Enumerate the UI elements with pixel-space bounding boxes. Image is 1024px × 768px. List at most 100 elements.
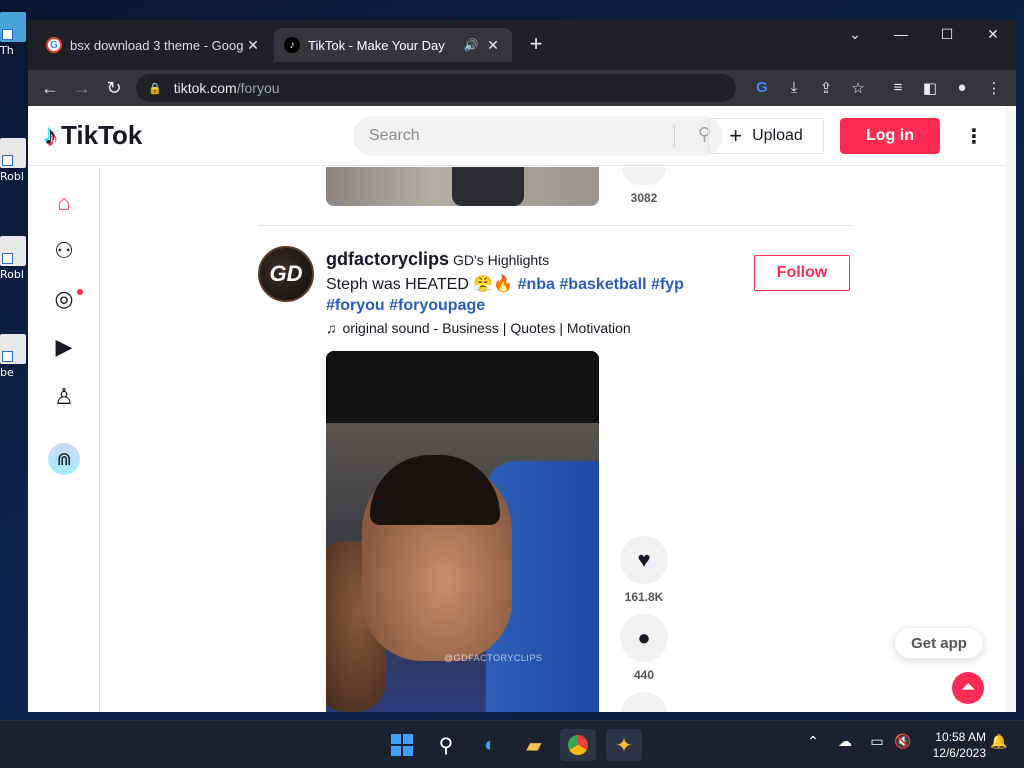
tab-title: TikTok - Make Your Day: [308, 37, 445, 53]
toolbar: ← → ↻ 🔒 tiktok.com/foryou G ⤓ ⇪ ☆ ≡ ◧ ● …: [28, 70, 1016, 106]
shortcut-icon: [0, 334, 26, 364]
get-app-button[interactable]: Get app: [894, 627, 984, 659]
previous-video-thumbnail[interactable]: [326, 167, 599, 206]
like-button[interactable]: ♥: [620, 536, 668, 584]
show-hidden-icons-chevron-icon[interactable]: ⌃: [802, 733, 824, 750]
google-favicon-icon: G: [46, 37, 62, 53]
tab-tiktok[interactable]: ♪ TikTok - Make Your Day 🔊 ✕: [274, 28, 512, 62]
close-window-button[interactable]: ✕: [978, 26, 1008, 43]
close-tab-icon[interactable]: ✕: [484, 37, 502, 54]
live-video-icon[interactable]: ▶: [50, 333, 78, 361]
previous-like-count: 3082: [630, 191, 658, 205]
notification-bell-icon[interactable]: 🔔: [988, 733, 1010, 750]
heart-icon: ♥: [637, 547, 651, 572]
search-placeholder: Search: [369, 127, 420, 144]
tiktok-favicon-icon: ♪: [284, 37, 300, 53]
music-note-icon: ♫: [326, 320, 337, 336]
hashtag-link[interactable]: #foryou: [326, 297, 385, 314]
previous-share-button[interactable]: [622, 167, 666, 185]
chrome-menu-icon[interactable]: ⋮: [984, 79, 1004, 97]
media-control-icon[interactable]: ≡: [888, 79, 908, 96]
edge-beta-icon[interactable]: ◐: [472, 729, 508, 761]
hashtag-link[interactable]: #foryoupage: [389, 297, 485, 314]
search-divider: [674, 126, 675, 146]
tab-search-chevron-icon[interactable]: ⌄: [840, 26, 870, 43]
network-icon[interactable]: ▭: [866, 733, 888, 750]
tiktok-logo[interactable]: ♪ TikTok: [44, 120, 142, 151]
roblox-app-icon[interactable]: ✦: [606, 729, 642, 761]
back-arrow-icon[interactable]: ←: [34, 78, 66, 99]
share-icon[interactable]: ⇪: [816, 79, 836, 97]
onedrive-cloud-icon[interactable]: ☁: [834, 733, 856, 750]
profile-icon[interactable]: ●: [952, 79, 972, 96]
reload-icon[interactable]: ↻: [98, 78, 130, 99]
post-author[interactable]: gdfactoryclips GD's Highlights: [326, 249, 549, 270]
comment-bubble-icon: ●: [637, 625, 651, 650]
video-player[interactable]: @GDFACTORYCLIPS: [326, 351, 599, 712]
side-panel-icon[interactable]: ◧: [920, 79, 940, 97]
google-lens-icon[interactable]: G: [752, 79, 772, 96]
new-tab-button[interactable]: +: [526, 32, 546, 56]
home-icon[interactable]: ⌂: [50, 189, 78, 217]
hashtag-link[interactable]: #basketball: [559, 276, 646, 293]
comment-count: 440: [633, 668, 655, 682]
desktop-icon-be[interactable]: be: [0, 334, 30, 379]
tab-strip: G bsx download 3 theme - Google ✕ ♪ TikT…: [28, 20, 1016, 70]
search-input[interactable]: Search ⚲: [353, 116, 723, 156]
comment-button[interactable]: ●: [620, 614, 668, 662]
install-app-icon[interactable]: ⤓: [784, 79, 804, 96]
search-icon[interactable]: ⚲: [428, 729, 464, 761]
chrome-taskbar-icon[interactable]: [560, 729, 596, 761]
tab-google-search[interactable]: G bsx download 3 theme - Google ✕: [36, 28, 272, 62]
tiktok-note-icon: ♪: [44, 120, 57, 150]
hashtag-link[interactable]: #fyp: [651, 276, 684, 293]
url-host: tiktok.com: [173, 80, 237, 96]
chrome-window: G bsx download 3 theme - Google ✕ ♪ TikT…: [28, 20, 1016, 712]
shortcut-icon: [0, 138, 26, 168]
post-caption: Steph was HEATED 😤🔥 #nba #basketball #fy…: [326, 276, 684, 314]
avatar[interactable]: GD: [258, 246, 314, 302]
hashtag-link[interactable]: #nba: [518, 276, 555, 293]
scroll-to-top-icon[interactable]: ⏶: [952, 672, 984, 704]
post-divider: [258, 225, 852, 226]
live-creator-avatar-icon[interactable]: ⋒: [48, 443, 80, 475]
tab-title: bsx download 3 theme - Google: [70, 37, 244, 53]
notification-dot: [77, 289, 83, 295]
follow-button[interactable]: Follow: [754, 255, 850, 291]
page-scrollbar[interactable]: [1006, 106, 1016, 712]
maximize-button[interactable]: ☐: [932, 26, 962, 43]
more-menu-icon[interactable]: ⋮: [964, 124, 984, 149]
sidebar-nav: ⌂ ⚇ ◎ ▶ ♙ ⋒: [28, 167, 100, 712]
login-button[interactable]: Log in: [840, 118, 940, 154]
profile-user-icon[interactable]: ♙: [50, 383, 78, 411]
windows-logo-icon: [391, 734, 413, 756]
system-clock[interactable]: 10:58 AM 12/6/2023: [922, 729, 986, 761]
following-icon[interactable]: ⚇: [50, 237, 78, 265]
shortcut-icon: [0, 236, 26, 266]
volume-muted-icon[interactable]: 🔇: [892, 733, 914, 750]
explore-compass-icon[interactable]: ◎: [50, 285, 78, 313]
audio-playing-icon[interactable]: 🔊: [462, 38, 480, 52]
taskbar: ⚲ ◐ ▰ ✦ ⌃ ☁ ▭ 🔇 10:58 AM 12/6/2023 🔔: [0, 720, 1024, 768]
address-bar[interactable]: 🔒 tiktok.com/foryou: [136, 74, 736, 102]
plus-icon: +: [729, 123, 743, 148]
forward-arrow-icon[interactable]: →: [66, 78, 98, 99]
clock-time: 10:58 AM: [935, 730, 986, 744]
music-link[interactable]: ♫ original sound - Business | Quotes | Mo…: [326, 320, 631, 336]
desktop-icon-this-pc[interactable]: Th: [0, 12, 30, 57]
nickname: GD's Highlights: [453, 252, 550, 268]
upload-button[interactable]: + Upload: [708, 118, 824, 154]
minimize-button[interactable]: —: [886, 26, 916, 42]
desktop-icon-roblox-1[interactable]: Robl: [0, 138, 30, 183]
video-watermark: @GDFACTORYCLIPS: [444, 653, 543, 663]
tiktok-page: ♪ TikTok Search ⚲ + Upload Log in ⋮ ⌂ ⚇ …: [28, 106, 1016, 712]
desktop-icon-roblox-2[interactable]: Robl: [0, 236, 30, 281]
like-count: 161.8K: [624, 590, 664, 604]
bookmark-star-icon[interactable]: ☆: [848, 79, 868, 97]
close-tab-icon[interactable]: ✕: [244, 37, 262, 54]
tiktok-header: ♪ TikTok Search ⚲ + Upload Log in ⋮: [28, 106, 1016, 166]
start-button[interactable]: [384, 729, 420, 761]
bookmark-button[interactable]: ▬: [620, 692, 668, 712]
username[interactable]: gdfactoryclips: [326, 249, 449, 269]
file-explorer-icon[interactable]: ▰: [516, 729, 552, 761]
